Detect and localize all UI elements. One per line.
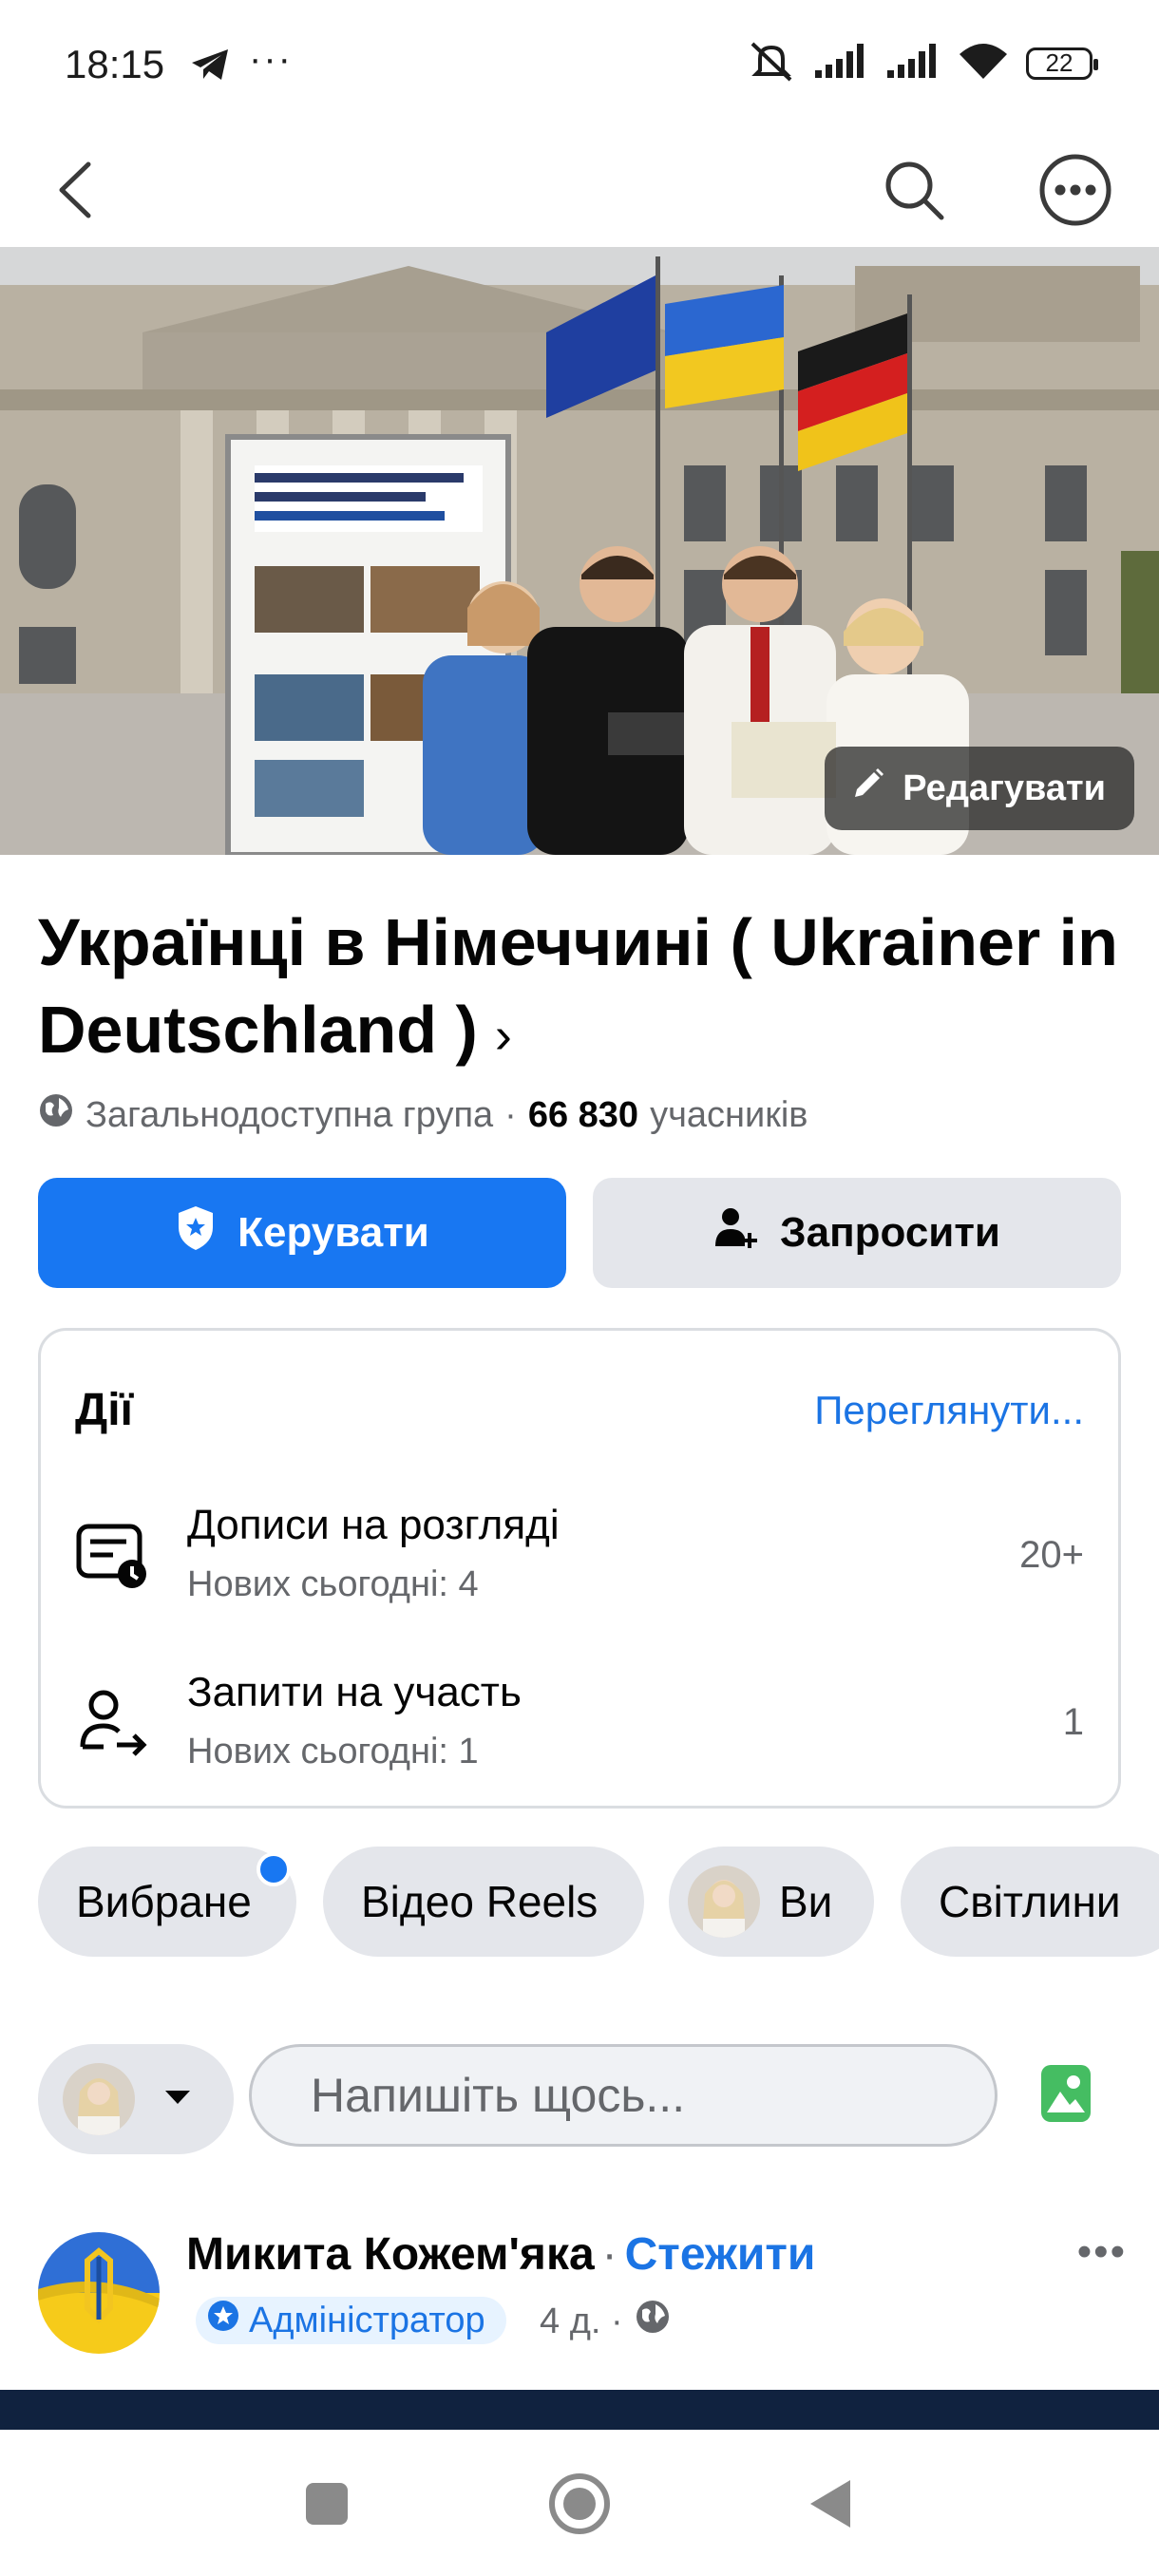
edit-cover-label: Редагувати bbox=[902, 767, 1106, 808]
invite-button[interactable]: Запросити bbox=[593, 1178, 1121, 1288]
author-separator: · bbox=[601, 2229, 618, 2280]
post-author-name[interactable]: Микита Кожем'яка bbox=[186, 2229, 595, 2280]
members-count: 66 830 bbox=[527, 1094, 639, 1135]
status-time: 18:15 bbox=[65, 42, 165, 86]
member-requests-title: Запити на участь bbox=[187, 1669, 522, 1715]
back-nav-icon[interactable] bbox=[804, 2475, 857, 2532]
chip-featured[interactable]: Вибране bbox=[38, 1847, 296, 1957]
manage-label: Керувати bbox=[238, 1209, 429, 1256]
user-avatar-small bbox=[688, 1866, 760, 1938]
top-app-bar bbox=[0, 133, 1159, 247]
globe-icon bbox=[38, 1092, 74, 1138]
group-meta: Загальнодоступна група · 66 830 учасникі… bbox=[38, 1092, 808, 1138]
signal-icon-2 bbox=[885, 42, 940, 85]
actions-card: Дії Переглянути... Дописи на розгляді Но… bbox=[38, 1328, 1121, 1809]
post-image-preview[interactable] bbox=[0, 2390, 1159, 2430]
home-icon[interactable] bbox=[547, 2472, 612, 2536]
post-time: 4 д. · bbox=[540, 2299, 671, 2344]
chip-photos[interactable]: Світлини bbox=[901, 1847, 1159, 1957]
system-nav-bar bbox=[0, 2430, 1159, 2576]
pending-posts-title: Дописи на розгляді bbox=[187, 1502, 560, 1548]
group-privacy: Загальнодоступна група bbox=[86, 1094, 494, 1135]
chip-you[interactable]: Ви bbox=[669, 1847, 874, 1957]
chip-reels-label: Відео Reels bbox=[361, 1877, 598, 1926]
battery-icon: 22 bbox=[1026, 47, 1098, 80]
post-time-text: 4 д. · bbox=[540, 2301, 623, 2341]
members-label: учасників bbox=[650, 1094, 808, 1135]
more-options-icon[interactable] bbox=[1034, 148, 1117, 232]
actions-title: Дії bbox=[75, 1385, 134, 1435]
manage-button[interactable]: Керувати bbox=[38, 1178, 566, 1288]
member-requests-row[interactable]: Запити на участь Нових сьогодні: 1 1 bbox=[41, 1659, 1118, 1792]
wifi-icon bbox=[958, 41, 1009, 85]
recents-icon[interactable] bbox=[302, 2479, 352, 2529]
back-icon[interactable] bbox=[42, 150, 108, 230]
chip-you-label: Ви bbox=[779, 1877, 833, 1926]
chip-featured-label: Вибране bbox=[76, 1877, 252, 1926]
notification-dots: ··· bbox=[249, 38, 293, 80]
chip-reels[interactable]: Відео Reels bbox=[323, 1847, 644, 1957]
composer-avatar bbox=[63, 2063, 135, 2135]
pending-posts-row[interactable]: Дописи на розгляді Нових сьогодні: 4 20+ bbox=[41, 1492, 1118, 1625]
status-bar: 18:15 ··· 22 bbox=[0, 0, 1159, 133]
follow-button[interactable]: Стежити bbox=[625, 2229, 816, 2280]
mute-icon bbox=[747, 40, 796, 86]
chevron-right-icon: › bbox=[494, 1006, 512, 1064]
pending-posts-count: 20+ bbox=[1019, 1534, 1084, 1576]
chip-photos-label: Світлини bbox=[939, 1877, 1121, 1926]
public-globe-icon bbox=[635, 2299, 671, 2344]
admin-badge-icon bbox=[207, 2300, 239, 2341]
telegram-icon bbox=[190, 47, 230, 86]
post-author-line: Микита Кожем'яка · Стежити bbox=[186, 2228, 815, 2281]
post-more-icon[interactable]: ••• bbox=[1077, 2228, 1127, 2276]
new-indicator-dot bbox=[256, 1852, 291, 1886]
admin-badge: Адміністратор bbox=[196, 2297, 506, 2344]
status-icons: 22 bbox=[747, 40, 1098, 86]
edit-cover-button[interactable]: Редагувати bbox=[825, 747, 1134, 830]
group-title[interactable]: Українці в Німеччині ( Ukrainer in Deuts… bbox=[38, 899, 1130, 1079]
view-all-link[interactable]: Переглянути... bbox=[814, 1388, 1084, 1433]
cover-photo: Редагувати bbox=[0, 247, 1159, 855]
member-requests-subtitle: Нових сьогодні: 1 bbox=[187, 1732, 479, 1771]
pencil-icon bbox=[851, 767, 885, 810]
member-requests-count: 1 bbox=[1062, 1701, 1084, 1743]
post-author-avatar[interactable] bbox=[38, 2232, 160, 2354]
pending-posts-icon bbox=[75, 1517, 151, 1593]
admin-badge-label: Адміністратор bbox=[249, 2300, 485, 2340]
group-title-text: Українці в Німеччині ( Ukrainer in Deuts… bbox=[38, 905, 1118, 1067]
signal-icon bbox=[813, 42, 868, 85]
invite-label: Запросити bbox=[780, 1209, 1000, 1256]
meta-separator: · bbox=[504, 1094, 517, 1135]
shield-star-icon bbox=[175, 1204, 217, 1262]
pending-posts-subtitle: Нових сьогодні: 4 bbox=[187, 1564, 479, 1604]
photo-icon[interactable] bbox=[1039, 2063, 1092, 2129]
add-person-icon bbox=[713, 1206, 759, 1260]
composer-input[interactable]: Напишіть щось... bbox=[249, 2044, 998, 2147]
search-icon[interactable] bbox=[874, 150, 954, 230]
member-requests-icon bbox=[75, 1684, 151, 1760]
composer-profile-switcher[interactable] bbox=[38, 2044, 234, 2154]
caret-down-icon bbox=[163, 2089, 192, 2111]
